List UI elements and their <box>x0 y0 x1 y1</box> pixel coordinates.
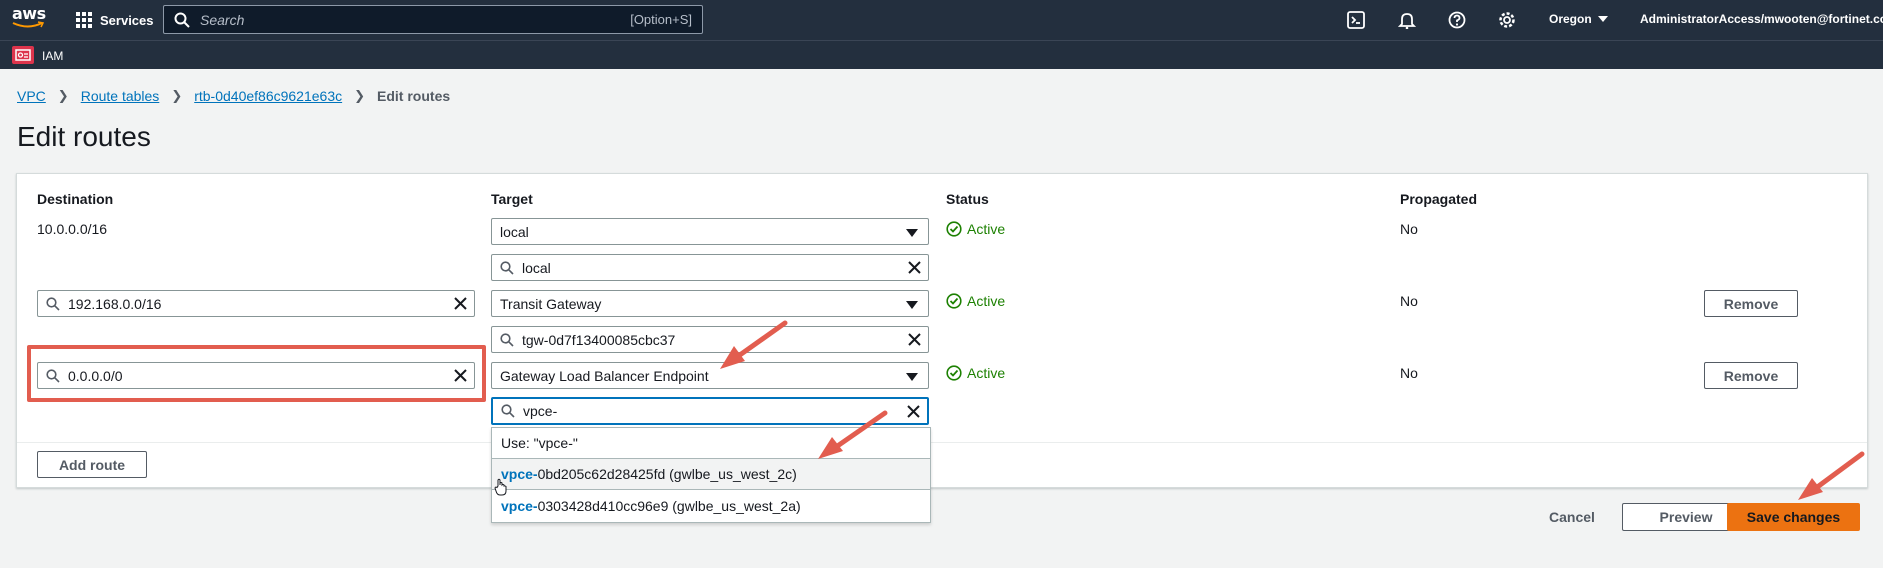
search-shortcut: [Option+S] <box>630 12 692 27</box>
clear-icon[interactable] <box>907 260 922 275</box>
route-status-label: Active <box>967 365 1006 381</box>
grid-icon <box>76 12 92 28</box>
clear-icon[interactable] <box>906 404 921 419</box>
chevron-right-icon: ❯ <box>171 88 183 103</box>
route-propagated: No <box>1400 293 1418 309</box>
clear-icon[interactable] <box>453 296 468 311</box>
top-navigation: aws Services Search [Option+S] Oregon Ad… <box>0 0 1883 40</box>
region-label: Oregon <box>1549 12 1592 26</box>
destination-input[interactable]: 192.168.0.0/16 <box>37 290 475 317</box>
route-status-label: Active <box>967 293 1006 309</box>
caret-down-icon <box>906 229 918 237</box>
add-route-button[interactable]: Add route <box>37 451 147 478</box>
option-match: vpce- <box>501 466 538 482</box>
remove-route-button[interactable]: Remove <box>1704 362 1798 389</box>
global-search-input[interactable]: Search [Option+S] <box>163 5 703 34</box>
clear-icon[interactable] <box>907 332 922 347</box>
help-icon[interactable] <box>1448 11 1466 29</box>
option-match: vpce- <box>501 498 538 514</box>
route-status: Active <box>946 221 1005 237</box>
search-icon <box>46 368 60 383</box>
cloudshell-icon[interactable] <box>1347 11 1365 29</box>
gear-icon[interactable] <box>1498 11 1516 29</box>
target-options-dropdown: Use: "vpce-" vpce- 0bd205c62d28425fd (gwl… <box>491 427 931 523</box>
region-selector[interactable]: Oregon <box>1549 12 1608 26</box>
account-menu[interactable]: AdministratorAccess/mwooten@fortinet.com <box>1640 12 1883 26</box>
breadcrumb-route-table-id[interactable]: rtb-0d40ef86c9621e63c <box>194 88 342 104</box>
column-header-propagated: Propagated <box>1400 191 1478 207</box>
route-status: Active <box>946 293 1005 309</box>
services-label: Services <box>100 12 154 28</box>
bell-icon[interactable] <box>1398 11 1416 29</box>
route-propagated: No <box>1400 221 1418 237</box>
route-propagated: No <box>1400 365 1418 381</box>
search-icon <box>500 260 514 275</box>
check-circle-icon <box>946 221 962 237</box>
column-header-status: Status <box>946 191 989 207</box>
caret-down-icon <box>1597 16 1608 22</box>
target-type-select[interactable]: Transit Gateway <box>491 290 929 317</box>
aws-logo-text: aws <box>12 4 46 23</box>
clear-icon[interactable] <box>453 368 468 383</box>
destination-value: 192.168.0.0/16 <box>68 295 162 312</box>
caret-down-icon <box>906 373 918 381</box>
target-type-select[interactable]: local <box>491 218 929 245</box>
breadcrumb-current: Edit routes <box>377 88 451 104</box>
service-shortcuts-bar: IAM <box>0 40 1883 69</box>
panel-divider <box>17 442 1867 443</box>
search-icon <box>46 296 60 311</box>
page-title: Edit routes <box>17 121 151 152</box>
search-icon <box>500 332 514 347</box>
column-header-destination: Destination <box>37 191 114 207</box>
option-rest: 0303428d410cc96e9 (gwlbe_us_west_2a) <box>537 498 801 514</box>
target-search-input[interactable]: tgw-0d7f13400085cbc37 <box>491 326 929 353</box>
caret-down-icon <box>906 301 918 309</box>
check-circle-icon <box>946 365 962 381</box>
option-rest: 0bd205c62d28425fd (gwlbe_us_west_2c) <box>537 466 797 482</box>
target-type-value: local <box>500 223 529 240</box>
column-header-target: Target <box>491 191 533 207</box>
destination-value: 0.0.0.0/0 <box>68 367 123 384</box>
chevron-right-icon: ❯ <box>57 88 69 103</box>
dropdown-use-option[interactable]: Use: "vpce-" <box>492 428 930 458</box>
chevron-right-icon: ❯ <box>354 88 366 103</box>
aws-logo[interactable]: aws <box>12 6 48 34</box>
routes-panel <box>16 173 1868 488</box>
save-changes-button[interactable]: Save changes <box>1727 503 1860 531</box>
use-option-label: Use: "vpce-" <box>501 435 578 451</box>
services-menu[interactable]: Services <box>76 11 154 29</box>
route-status-label: Active <box>967 221 1006 237</box>
target-search-value: tgw-0d7f13400085cbc37 <box>522 331 676 348</box>
target-search-value: vpce- <box>523 403 558 419</box>
search-icon <box>501 404 515 418</box>
route-destination-static: 10.0.0.0/16 <box>37 221 108 237</box>
search-placeholder: Search <box>200 11 245 28</box>
breadcrumb-vpc[interactable]: VPC <box>17 88 46 104</box>
target-search-input[interactable]: vpce- <box>491 397 929 425</box>
target-type-value: Gateway Load Balancer Endpoint <box>500 367 709 384</box>
target-type-select[interactable]: Gateway Load Balancer Endpoint <box>491 362 929 389</box>
breadcrumb-route-tables[interactable]: Route tables <box>81 88 160 104</box>
iam-shortcut-label[interactable]: IAM <box>42 49 63 63</box>
iam-service-icon[interactable] <box>12 46 34 64</box>
cancel-button[interactable]: Cancel <box>1549 509 1595 525</box>
target-search-input[interactable]: local <box>491 254 929 281</box>
target-type-value: Transit Gateway <box>500 295 602 312</box>
dropdown-option[interactable]: vpce- 0303428d410cc96e9 (gwlbe_us_west_2a… <box>492 491 930 521</box>
breadcrumb: VPC ❯ Route tables ❯ rtb-0d40ef86c9621e6… <box>17 88 450 104</box>
search-icon <box>174 12 190 28</box>
target-search-value: local <box>522 259 551 276</box>
check-circle-icon <box>946 293 962 309</box>
remove-route-button[interactable]: Remove <box>1704 290 1798 317</box>
dropdown-option[interactable]: vpce- 0bd205c62d28425fd (gwlbe_us_west_2c… <box>492 458 930 490</box>
destination-input[interactable]: 0.0.0.0/0 <box>37 362 475 389</box>
route-status: Active <box>946 365 1005 381</box>
